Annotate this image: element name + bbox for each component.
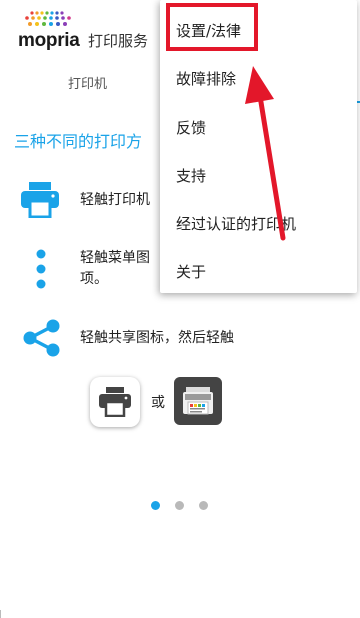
tab-printers[interactable]: 打印机 [68,73,107,92]
mopria-logo-text: mopria [18,30,80,51]
menu-item-certified-printers[interactable]: 经过认证的打印机 [176,213,296,234]
color-printer-icon [183,387,213,415]
or-label: 或 [151,395,165,411]
edge-mark [0,610,9,618]
menu-item-troubleshooting[interactable]: 故障排除 [176,68,236,89]
printer-icon [21,182,59,218]
pager-dot-1[interactable] [151,501,160,510]
step-2-text: 轻触菜单图 项。 [80,248,150,290]
pager-dot-3[interactable] [199,501,208,510]
step-2-text-line2: 项。 [80,271,108,287]
printer-icon [99,387,131,417]
app-title: 打印服务 [88,32,149,50]
step-3-text: 轻触共享图标，然后轻触 [80,330,234,346]
annotation-highlight-box [166,3,258,51]
menu-item-feedback[interactable]: 反馈 [176,117,206,138]
share-icon [23,319,60,357]
step-1-text: 轻触打印机 [80,192,150,208]
more-vert-icon [36,249,46,289]
print-service-app-icon [174,377,222,425]
pager-dot-2[interactable] [175,501,184,510]
menu-item-about[interactable]: 关于 [176,261,206,282]
step-2-text-line1: 轻触菜单图 [80,250,150,266]
menu-item-support[interactable]: 支持 [176,165,206,186]
printer-app-icon [90,377,140,427]
instructions-headline: 三种不同的打印方 [14,132,143,151]
